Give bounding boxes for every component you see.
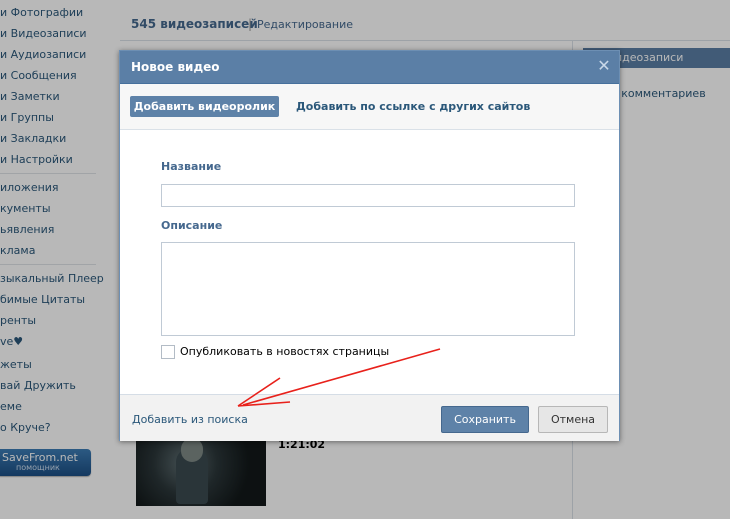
save-button[interactable]: Сохранить xyxy=(441,406,529,433)
tab-upload-video[interactable]: Добавить видеоролик xyxy=(130,96,279,117)
close-icon[interactable]: ✕ xyxy=(596,58,612,74)
name-label: Название xyxy=(161,160,222,173)
cancel-button[interactable]: Отмена xyxy=(538,406,608,433)
dialog-title: Новое видео xyxy=(131,60,220,74)
tab-add-by-link[interactable]: Добавить по ссылке с других сайтов xyxy=(296,100,530,113)
name-input[interactable] xyxy=(161,184,575,207)
dialog-header: Новое видео ✕ xyxy=(120,51,619,84)
dialog-footer: Добавить из поиска Сохранить Отмена xyxy=(120,394,619,441)
publish-label[interactable]: Опубликовать в новостях страницы xyxy=(180,345,389,358)
new-video-dialog: Новое видео ✕ Добавить видеоролик Добави… xyxy=(119,50,620,441)
description-label: Описание xyxy=(161,219,223,232)
publish-checkbox[interactable] xyxy=(161,345,175,359)
add-from-search-link[interactable]: Добавить из поиска xyxy=(132,413,248,426)
description-input[interactable] xyxy=(161,242,575,336)
dialog-tabs: Добавить видеоролик Добавить по ссылке с… xyxy=(120,84,619,130)
